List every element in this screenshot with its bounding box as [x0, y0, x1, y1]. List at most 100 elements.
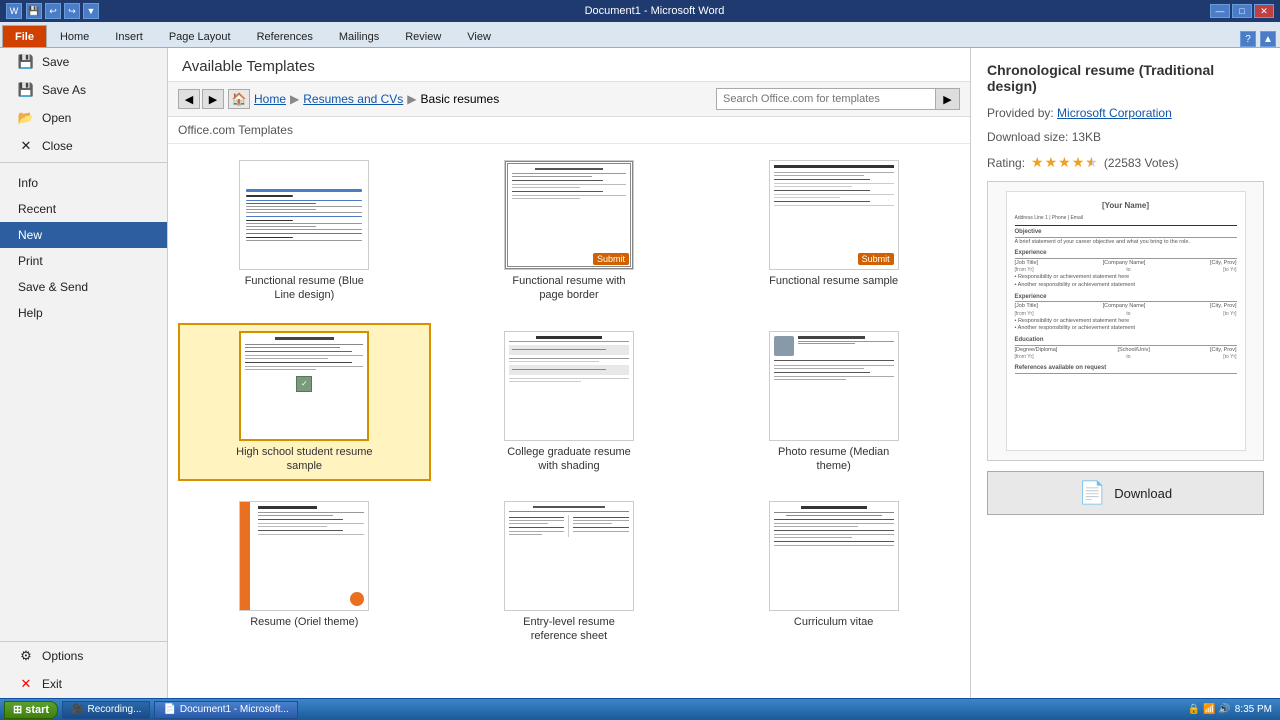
vote-count: (22583 Votes) — [1104, 156, 1179, 170]
system-tray-icons: 🔒 📶 🔊 — [1188, 704, 1231, 715]
tab-view[interactable]: View — [454, 25, 504, 47]
preview-content: [Your Name] Address Line 1 | Phone | Ema… — [1006, 191, 1246, 451]
tab-file[interactable]: File — [2, 25, 47, 47]
tab-mailings[interactable]: Mailings — [326, 25, 392, 47]
template-item-entry[interactable]: Entry-level resume reference sheet — [443, 493, 696, 652]
sidebar-item-save-as[interactable]: 💾 Save As — [0, 76, 167, 104]
star-2: ★ — [1045, 154, 1058, 171]
options-icon: ⚙ — [18, 648, 34, 664]
forward-button[interactable]: ▶ — [202, 89, 224, 109]
tab-references[interactable]: References — [244, 25, 326, 47]
document-icon: 📄 — [1079, 480, 1106, 506]
recording-icon: 🎥 — [71, 704, 83, 715]
submit-badge: Submit — [593, 253, 629, 265]
minimize-button[interactable]: — — [1210, 4, 1230, 18]
tab-review[interactable]: Review — [392, 25, 454, 47]
star-3: ★ — [1058, 154, 1071, 171]
sidebar-item-info[interactable]: Info — [0, 170, 167, 196]
quick-access-toolbar[interactable]: 💾 ↩ ↪ ▼ — [26, 3, 99, 19]
home-button[interactable]: 🏠 — [228, 89, 250, 109]
sidebar-item-exit[interactable]: ✕ Exit — [0, 670, 167, 698]
star-5: ★★ — [1085, 154, 1098, 171]
window-title: Document1 - Microsoft Word — [99, 5, 1210, 17]
breadcrumb-home-label[interactable]: Home — [254, 92, 286, 106]
more-icon[interactable]: ▼ — [83, 3, 99, 19]
close-button[interactable]: ✕ — [1254, 4, 1274, 18]
page-title: Available Templates — [182, 58, 956, 75]
taskbar-item-word[interactable]: 📄 Document1 - Microsoft... — [154, 701, 297, 719]
template-item-page-border[interactable]: Submit Functional resume with page borde… — [443, 152, 696, 311]
back-button[interactable]: ◀ — [178, 89, 200, 109]
template-item-highschool[interactable]: ✓ High school student resume sample — [178, 323, 431, 482]
save-quick-icon[interactable]: 💾 — [26, 3, 42, 19]
right-panel-title: Chronological resume (Traditional design… — [987, 62, 1264, 94]
tab-page-layout[interactable]: Page Layout — [156, 25, 244, 47]
template-item-photo[interactable]: Photo resume (Median theme) — [707, 323, 960, 482]
provider-link[interactable]: Microsoft Corporation — [1057, 106, 1172, 120]
sidebar: 💾 Save 💾 Save As 📂 Open ✕ Close Info Rec… — [0, 48, 168, 698]
template-grid: Functional resume (Blue Line design) — [178, 152, 960, 652]
word-taskbar-icon: 📄 — [163, 704, 175, 715]
template-thumb-college — [504, 331, 634, 441]
download-button[interactable]: 📄 Download — [987, 471, 1264, 515]
open-icon: 📂 — [18, 110, 34, 126]
template-item-functional[interactable]: Submit Functional resume sample — [707, 152, 960, 311]
template-thumb-oriel — [239, 501, 369, 611]
template-label: Functional resume with page border — [499, 274, 639, 303]
breadcrumb-sep2: ▶ — [407, 92, 416, 106]
sidebar-item-new[interactable]: New — [0, 222, 167, 248]
taskbar-right: 🔒 📶 🔊 8:35 PM — [1188, 704, 1276, 715]
right-panel: Chronological resume (Traditional design… — [970, 48, 1280, 698]
tab-insert[interactable]: Insert — [102, 25, 156, 47]
template-thumb-cv — [769, 501, 899, 611]
star-rating: ★ ★ ★ ★ ★★ — [1031, 154, 1098, 171]
search-bar: ▶ — [716, 88, 960, 110]
taskbar-word-label: Document1 - Microsoft... — [180, 704, 289, 715]
undo-icon[interactable]: ↩ — [45, 3, 61, 19]
template-grid-container: Functional resume (Blue Line design) — [168, 144, 970, 698]
search-input[interactable] — [716, 88, 936, 110]
close-file-icon: ✕ — [18, 138, 34, 154]
sidebar-item-print[interactable]: Print — [0, 248, 167, 274]
template-header: Available Templates — [168, 48, 970, 82]
start-button[interactable]: ⊞ start — [4, 701, 58, 719]
template-label: Photo resume (Median theme) — [764, 445, 904, 474]
sidebar-item-options[interactable]: ⚙ Options — [0, 642, 167, 670]
template-label: Resume (Oriel theme) — [250, 615, 358, 629]
taskbar-item-recording[interactable]: 🎥 Recording... — [62, 701, 150, 719]
template-label: High school student resume sample — [234, 445, 374, 474]
title-bar-left: W 💾 ↩ ↪ ▼ — [6, 3, 99, 19]
star-1: ★ — [1031, 154, 1044, 171]
template-item-college[interactable]: College graduate resume with shading — [443, 323, 696, 482]
template-label: Entry-level resume reference sheet — [499, 615, 639, 644]
sidebar-item-save[interactable]: 💾 Save — [0, 48, 167, 76]
save-icon: 💾 — [18, 54, 34, 70]
template-item-cv[interactable]: Curriculum vitae — [707, 493, 960, 652]
right-panel-size: Download size: 13KB — [987, 130, 1264, 144]
search-button[interactable]: ▶ — [936, 88, 960, 110]
breadcrumb-sep1: ▶ — [290, 92, 299, 106]
breadcrumb-resumes[interactable]: Resumes and CVs — [303, 92, 403, 106]
sidebar-item-close[interactable]: ✕ Close — [0, 132, 167, 160]
exit-icon: ✕ — [18, 676, 34, 692]
taskbar-clock: 8:35 PM — [1235, 704, 1272, 715]
template-item-oriel[interactable]: Resume (Oriel theme) — [178, 493, 431, 652]
sidebar-item-save-send[interactable]: Save & Send — [0, 274, 167, 300]
sidebar-item-recent[interactable]: Recent — [0, 196, 167, 222]
content-area: Available Templates ◀ ▶ 🏠 Home ▶ Resumes… — [168, 48, 970, 698]
redo-icon[interactable]: ↪ — [64, 3, 80, 19]
sidebar-item-help[interactable]: Help — [0, 300, 167, 326]
title-bar: W 💾 ↩ ↪ ▼ Document1 - Microsoft Word — □… — [0, 0, 1280, 22]
right-panel-rating: Rating: ★ ★ ★ ★ ★★ (22583 Votes) — [987, 154, 1264, 171]
ribbon-toggle-icon[interactable]: ▲ — [1260, 31, 1276, 47]
maximize-button[interactable]: □ — [1232, 4, 1252, 18]
template-item-blue-line[interactable]: Functional resume (Blue Line design) — [178, 152, 431, 311]
windows-logo: ⊞ — [13, 703, 22, 716]
help-icon[interactable]: ? — [1240, 31, 1256, 47]
star-4: ★ — [1072, 154, 1085, 171]
sidebar-item-open[interactable]: 📂 Open — [0, 104, 167, 132]
tab-home[interactable]: Home — [47, 25, 102, 47]
window-controls[interactable]: — □ ✕ — [1210, 4, 1274, 18]
breadcrumb-basic: Basic resumes — [421, 92, 500, 106]
template-label: Functional resume (Blue Line design) — [234, 274, 374, 303]
